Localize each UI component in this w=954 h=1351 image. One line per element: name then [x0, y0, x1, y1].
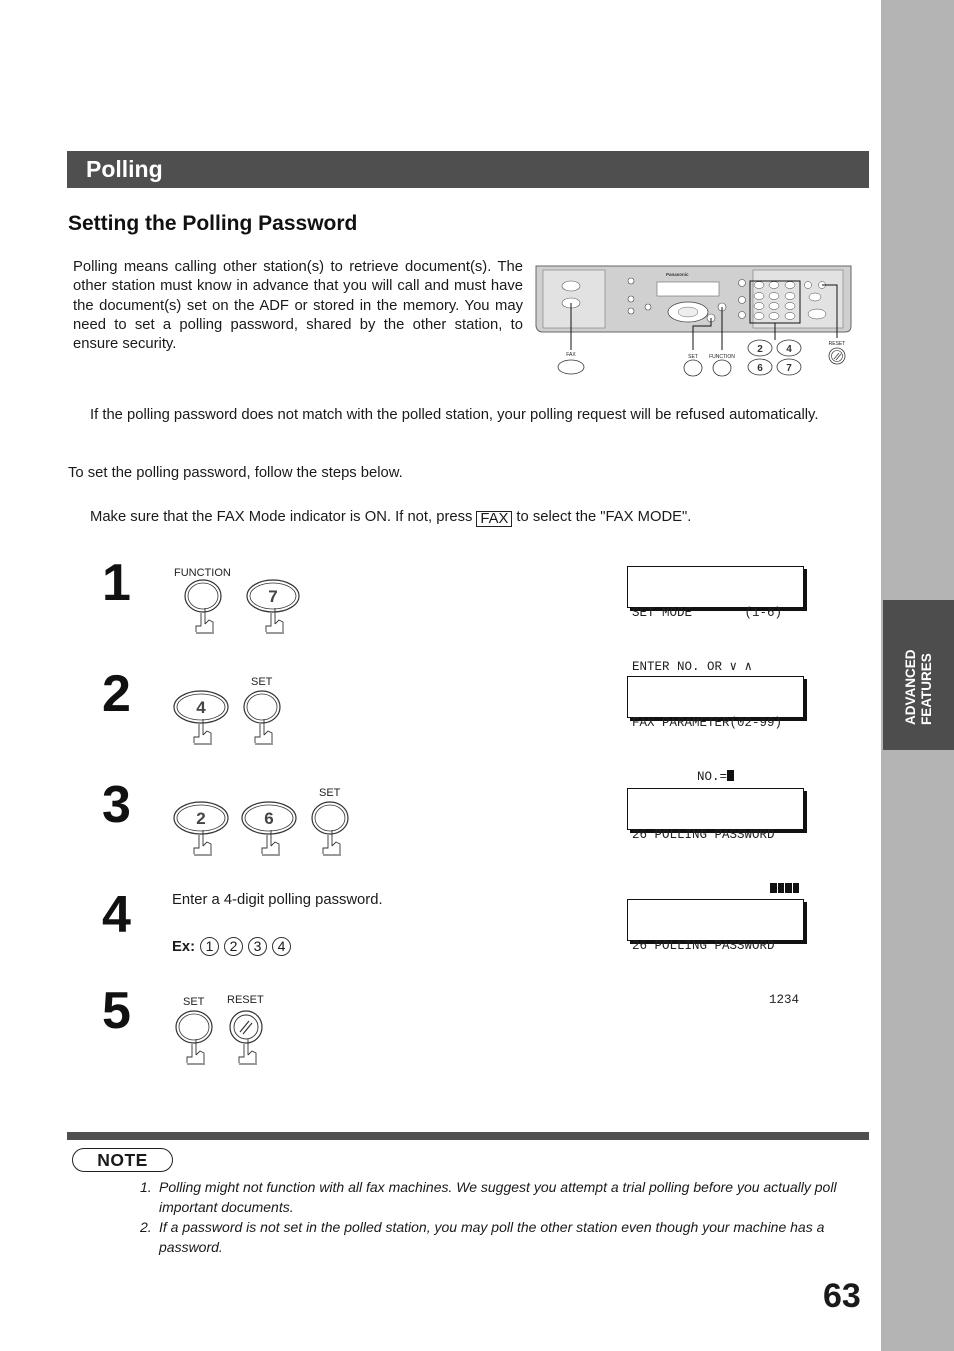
digit-circle: 1 — [200, 937, 220, 956]
key-7-button: 7 — [245, 578, 302, 636]
note-item: 1. Polling might not function with all f… — [140, 1179, 837, 1215]
panel-key-2: 2 — [757, 344, 763, 355]
example-row: Ex: 1 2 3 4 — [172, 937, 296, 956]
step-number: 2 — [102, 665, 131, 723]
step-number: 3 — [102, 776, 131, 834]
set-label: SET — [251, 676, 273, 688]
panel-brand: Panasonic — [666, 272, 689, 277]
note-divider — [67, 1132, 869, 1140]
digit-circle: 2 — [224, 937, 244, 956]
reset-button — [227, 1009, 267, 1067]
set-button — [174, 1009, 214, 1067]
fax-mode-instruction: Make sure that the FAX Mode indicator is… — [90, 509, 692, 527]
chapter-tab-label: ADVANCED FEATURES — [902, 649, 934, 725]
panel-function-label: FUNCTION — [709, 354, 735, 360]
set-button — [310, 800, 350, 858]
intro-paragraph: Polling means calling other station(s) t… — [73, 259, 523, 353]
note-badge: NOTE — [72, 1148, 173, 1172]
control-panel-illustration: Panasonic FAX SET FUNCTION 2 4 6 7 RESET — [533, 262, 855, 380]
set-button — [242, 689, 282, 747]
panel-key-6: 6 — [757, 363, 763, 374]
svg-text:7: 7 — [268, 587, 277, 606]
svg-text:6: 6 — [264, 809, 273, 828]
note-item: 2. If a password is not set in the polle… — [140, 1219, 825, 1255]
function-button — [183, 578, 223, 636]
password-mask — [632, 880, 799, 898]
section-header: Polling — [67, 151, 869, 188]
digit-circle: 3 — [248, 937, 268, 956]
key-4-button: 4 — [172, 689, 229, 747]
panel-fax-label: FAX — [566, 352, 576, 358]
lcd-display: SET MODE (1-6) ENTER NO. OR ∨ ∧ — [627, 566, 804, 674]
key-2-button: 2 — [172, 800, 229, 858]
mismatch-paragraph: If the polling password does not match w… — [90, 407, 819, 423]
step4-instruction: Enter a 4-digit polling password. — [172, 892, 383, 908]
key-6-button: 6 — [240, 800, 297, 858]
panel-set-label: SET — [688, 354, 698, 360]
fax-key: FAX — [476, 511, 513, 527]
set-label: SET — [319, 787, 341, 799]
svg-text:2: 2 — [196, 809, 205, 828]
svg-text:4: 4 — [196, 698, 206, 717]
lcd-display: FAX PARAMETER(02-99) NO.= — [627, 676, 804, 784]
panel-key-4: 4 — [786, 344, 792, 355]
lcd-display: 26 POLLING PASSWORD — [627, 788, 804, 893]
note-list: 1. Polling might not function with all f… — [140, 1178, 870, 1258]
page-number: 63 — [823, 1277, 861, 1315]
step-number: 5 — [102, 982, 131, 1040]
digit-circle: 4 — [272, 937, 292, 956]
steps-intro: To set the polling password, follow the … — [68, 465, 403, 481]
reset-label: RESET — [227, 994, 264, 1006]
panel-reset-label: RESET — [829, 341, 846, 347]
lcd-display: 26 POLLING PASSWORD 1234 — [627, 899, 804, 1007]
step-number: 1 — [102, 554, 131, 612]
set-label: SET — [183, 996, 205, 1008]
page-subtitle: Setting the Polling Password — [68, 212, 358, 235]
chapter-tab: ADVANCED FEATURES — [883, 600, 954, 750]
step-number: 4 — [102, 886, 131, 944]
lcd-cursor — [727, 770, 734, 781]
panel-key-7: 7 — [786, 363, 792, 374]
section-title: Polling — [86, 156, 163, 182]
